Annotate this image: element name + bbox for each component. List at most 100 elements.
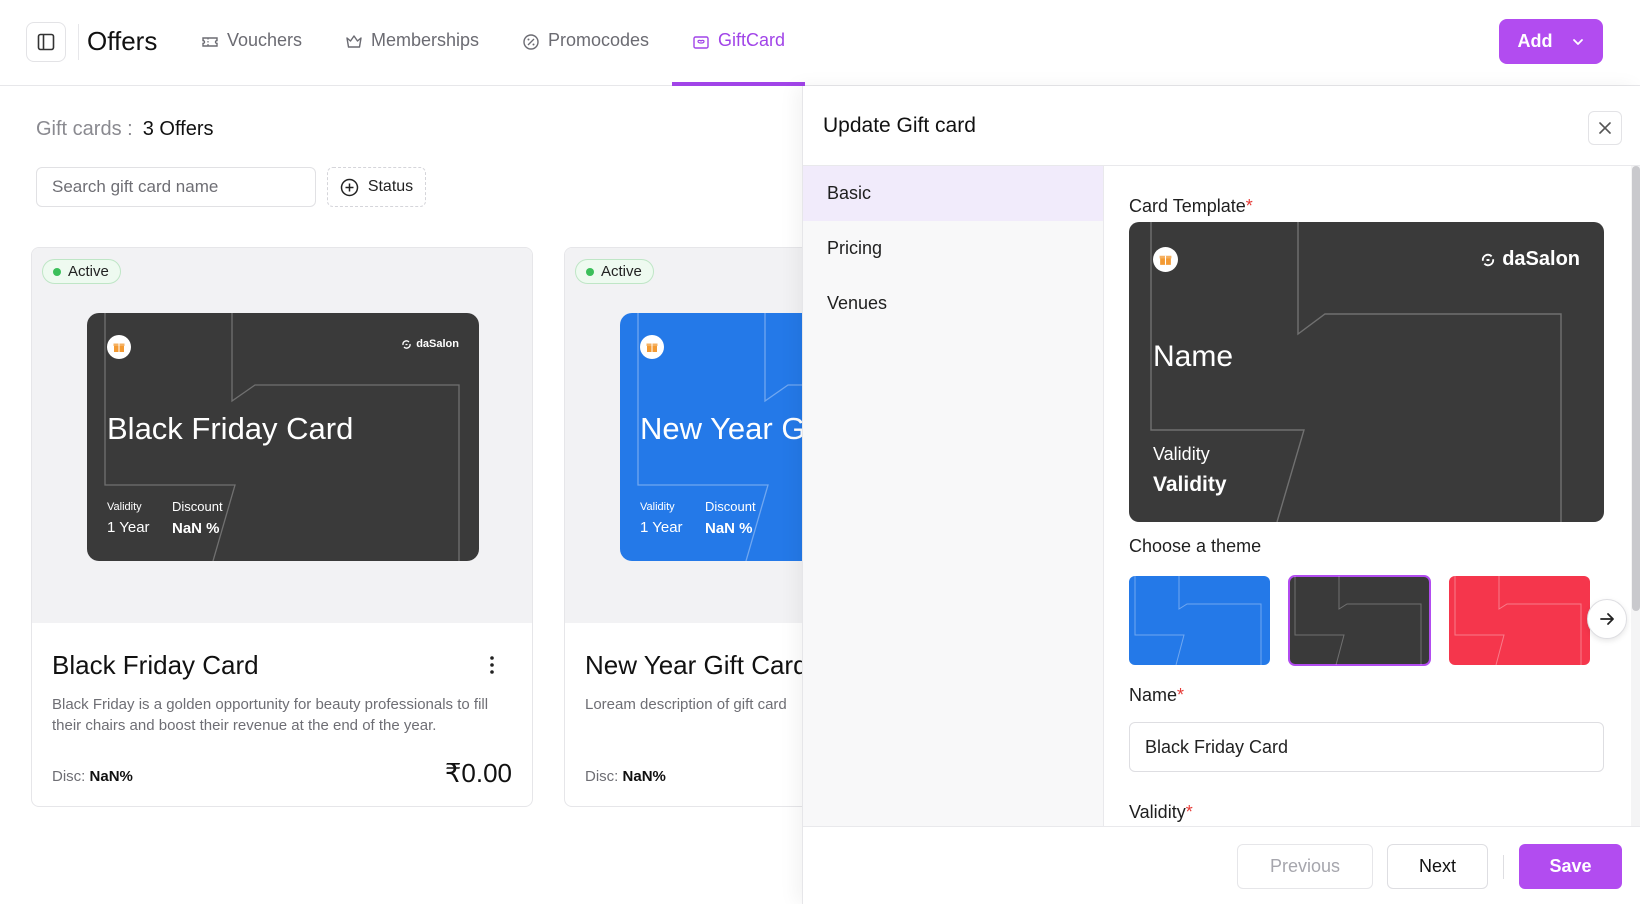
tab-vouchers[interactable]: Vouchers [201, 30, 302, 86]
offer-discount-value: NaN% [89, 768, 133, 785]
offer-price: ₹0.00 [444, 758, 512, 788]
discount-value: NaN % [172, 520, 220, 537]
status-filter-button[interactable]: Status [327, 167, 426, 207]
drawer-title: Update Gift card [823, 114, 976, 137]
tab-giftcard[interactable]: GiftCard [671, 30, 806, 86]
validity-value: 1 Year [640, 519, 683, 536]
drawer-step-nav: Basic Pricing Venues [803, 166, 1104, 826]
card-template-label: Card Template* [1129, 196, 1253, 217]
card-template-label-text: Card Template [1129, 196, 1246, 216]
add-button[interactable]: Add [1499, 19, 1603, 64]
tab-label: Promocodes [548, 30, 650, 50]
gift-icon [107, 335, 131, 359]
card-name: Black Friday Card [107, 411, 354, 446]
validity-label-text: Validity [1129, 802, 1186, 822]
required-mark: * [1245, 196, 1253, 216]
brand-logo: daSalon [401, 338, 459, 350]
drawer-footer: Previous Next Save [803, 826, 1640, 904]
card-template-preview: daSalon Name Validity Validity [1129, 222, 1604, 522]
panel-left-icon [37, 33, 55, 51]
status-dot [53, 267, 61, 276]
required-mark: * [1177, 685, 1185, 705]
offer-preview: Active daSalon Black Friday Card Validit… [32, 248, 532, 623]
name-input[interactable] [1129, 722, 1604, 772]
tab-label: Memberships [371, 30, 480, 50]
drawer-header: Update Gift card [803, 86, 1640, 166]
status-dot [586, 267, 594, 276]
offer-count-value: 3 Offers [142, 118, 214, 140]
status-filter-label: Status [367, 178, 414, 195]
gift-icon [1153, 247, 1178, 272]
scroll-thumb[interactable] [1632, 166, 1640, 611]
theme-swatch-red[interactable] [1449, 576, 1590, 665]
badge-percent-icon [523, 34, 539, 50]
search-input[interactable] [36, 167, 316, 207]
brand-name: daSalon [416, 338, 459, 350]
arrow-right-icon [1600, 613, 1614, 625]
crown-icon [346, 35, 362, 48]
theme-pattern [1294, 576, 1422, 665]
ticket-icon [202, 37, 218, 47]
divider [1503, 855, 1504, 879]
basic-form: Card Template* daSalon Name Validity Val… [1104, 166, 1631, 826]
status-badge-label: Active [601, 263, 642, 280]
previous-button[interactable]: Previous [1237, 844, 1373, 889]
validity-label: Validity [107, 501, 142, 513]
more-vertical-icon[interactable] [488, 654, 496, 676]
template-validity-label: Validity [1153, 444, 1210, 464]
theme-label: Choose a theme [1129, 536, 1262, 556]
step-venues[interactable]: Venues [803, 276, 1103, 331]
name-label: Name* [1129, 685, 1184, 706]
offer-card[interactable]: Active daSalon Black Friday Card Validit… [31, 247, 533, 807]
next-button[interactable]: Next [1387, 844, 1488, 889]
brand-logo: daSalon [1480, 248, 1580, 271]
plus-circle-icon [340, 178, 359, 196]
discount-label: Discount [705, 499, 756, 514]
step-pricing[interactable]: Pricing [803, 221, 1103, 276]
discount-label: Discount [172, 499, 223, 514]
tab-label: Vouchers [227, 30, 303, 50]
status-badge: Active [575, 259, 654, 284]
theme-swatch-blue[interactable] [1129, 576, 1270, 665]
offer-discount-label: Disc: [52, 768, 86, 785]
offer-discount-label: Disc: [585, 768, 619, 785]
name-label-text: Name [1129, 685, 1178, 705]
validity-label: Validity* [1129, 802, 1193, 823]
top-bar: Offers Vouchers Memberships Promocodes G… [0, 0, 1640, 86]
close-icon [1599, 122, 1611, 134]
theme-next-button[interactable] [1587, 599, 1627, 639]
validity-label: Validity [640, 501, 675, 513]
offer-title: Black Friday Card [52, 650, 259, 680]
swirl-icon [1482, 253, 1495, 266]
divider [78, 24, 79, 60]
theme-pattern [1454, 576, 1582, 665]
tab-label: GiftCard [718, 30, 786, 50]
discount-value: NaN % [705, 520, 753, 537]
close-button[interactable] [1588, 111, 1622, 145]
save-button[interactable]: Save [1519, 844, 1622, 889]
update-gift-card-drawer: Update Gift card Basic Pricing Venues Ca… [802, 86, 1640, 904]
offer-discount: Disc: NaN% [585, 768, 666, 785]
offer-description: Black Friday is a golden opportunity for… [52, 696, 489, 734]
offer-count: Gift cards : 3 Offers [36, 118, 213, 141]
offer-count-label: Gift cards : [36, 118, 133, 140]
gift-card-icon [693, 36, 709, 49]
chevron-down-icon [1572, 38, 1583, 45]
sidebar-toggle-button[interactable] [26, 22, 66, 62]
offer-discount: Disc: NaN% [52, 768, 133, 785]
status-badge: Active [42, 259, 121, 284]
validity-value: 1 Year [107, 519, 150, 536]
add-button-label: Add [1517, 31, 1553, 51]
template-validity-value: Validity [1153, 473, 1227, 496]
swirl-icon [402, 339, 411, 349]
tab-promocodes[interactable]: Promocodes [522, 30, 649, 86]
tab-memberships[interactable]: Memberships [345, 30, 479, 86]
status-badge-label: Active [68, 263, 109, 280]
offer-title: New Year Gift Card [585, 650, 808, 680]
step-basic[interactable]: Basic [803, 166, 1103, 221]
theme-swatch-dark[interactable] [1288, 575, 1431, 666]
scrollbar[interactable] [1631, 166, 1640, 826]
template-name: Name [1153, 340, 1234, 373]
gift-card-preview: daSalon Black Friday Card Validity 1 Yea… [87, 313, 479, 561]
theme-pattern [1134, 576, 1262, 665]
